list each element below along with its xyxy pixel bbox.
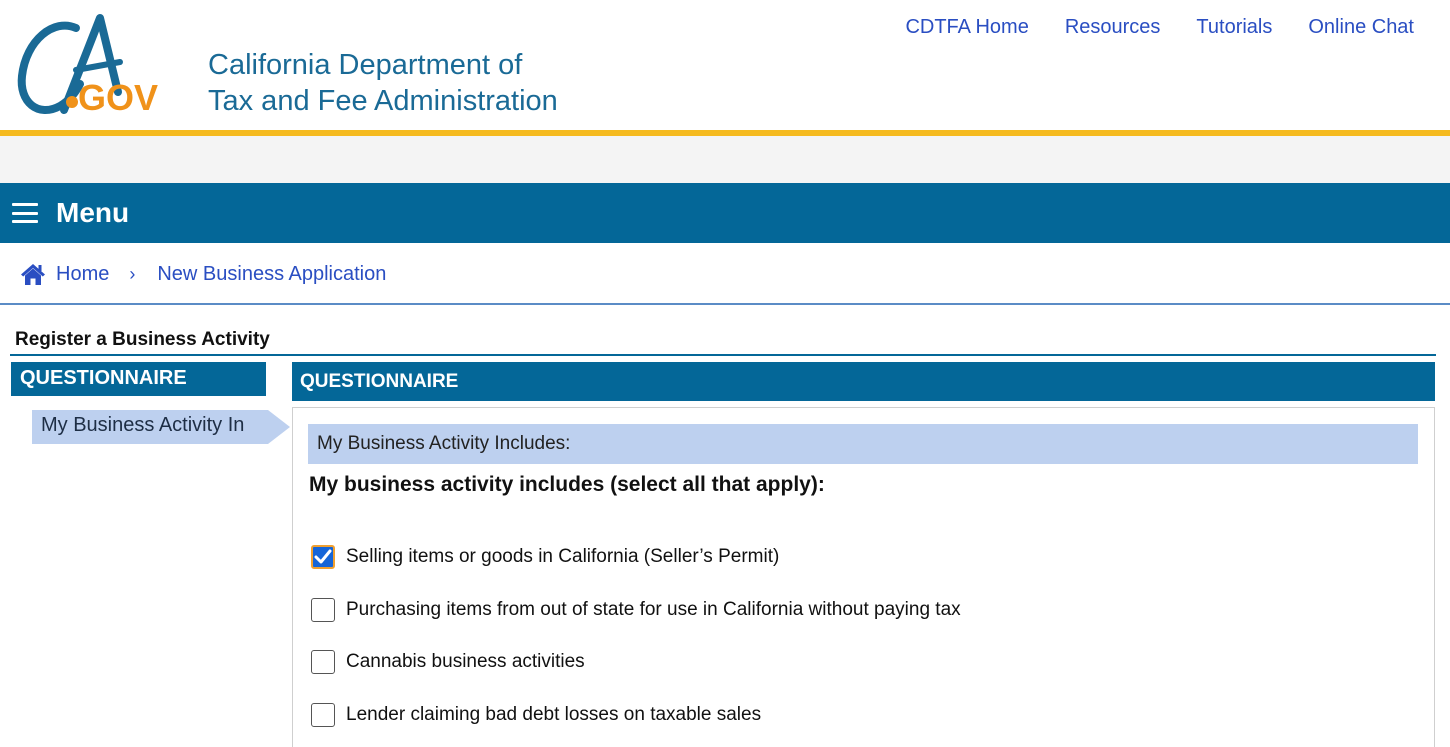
- page-title: Register a Business Activity: [15, 329, 270, 350]
- breadcrumb-divider: [0, 303, 1450, 305]
- home-icon[interactable]: [20, 262, 46, 286]
- out-of-state-purchases-checkbox[interactable]: [311, 598, 335, 622]
- agency-name: California Department of Tax and Fee Adm…: [208, 47, 558, 119]
- option-sellers-permit[interactable]: Selling items or goods in California (Se…: [311, 545, 779, 569]
- svg-text:GOV: GOV: [78, 77, 158, 118]
- sidebar-step-current[interactable]: My Business Activity In: [32, 410, 290, 444]
- option-bad-debt-losses[interactable]: Lender claiming bad debt losses on taxab…: [311, 703, 761, 727]
- title-divider: [10, 354, 1436, 356]
- sellers-permit-checkbox[interactable]: [311, 545, 335, 569]
- nav-resources-link[interactable]: Resources: [1065, 16, 1161, 39]
- breadcrumb-current-link[interactable]: New Business Application: [157, 263, 386, 286]
- breadcrumb-home-link[interactable]: Home: [56, 263, 109, 286]
- nav-tutorials-link[interactable]: Tutorials: [1196, 16, 1272, 39]
- ca-gov-logo[interactable]: GOV: [14, 10, 174, 122]
- sidebar-heading: QUESTIONNAIRE: [11, 362, 266, 396]
- nav-cdtfa-home-link[interactable]: CDTFA Home: [905, 16, 1028, 39]
- questionnaire-panel: My Business Activity Includes: My busine…: [292, 407, 1435, 747]
- agency-name-line1: California Department of: [208, 49, 523, 81]
- site-header: GOV California Department of Tax and Fee…: [0, 0, 1450, 130]
- option-label: Purchasing items from out of state for u…: [346, 599, 961, 620]
- section-title: My Business Activity Includes:: [308, 424, 1418, 464]
- option-label: Cannabis business activities: [346, 651, 585, 672]
- menu-label: Menu: [56, 197, 130, 228]
- breadcrumb: Home › New Business Application: [20, 262, 386, 286]
- bad-debt-losses-checkbox[interactable]: [311, 703, 335, 727]
- option-cannabis[interactable]: Cannabis business activities: [311, 650, 585, 674]
- chevron-right-icon: ›: [129, 263, 136, 284]
- question-text: My business activity includes (select al…: [309, 473, 825, 496]
- cannabis-checkbox[interactable]: [311, 650, 335, 674]
- option-label: Selling items or goods in California (Se…: [346, 546, 780, 567]
- step-arrow-icon: [268, 410, 290, 444]
- main-heading: QUESTIONNAIRE: [292, 362, 1435, 401]
- option-out-of-state-purchases[interactable]: Purchasing items from out of state for u…: [311, 598, 961, 622]
- sidebar-step-label: My Business Activity In: [32, 410, 268, 444]
- menu-toggle-button[interactable]: Menu: [0, 183, 1450, 243]
- checkmark-icon: [314, 549, 332, 564]
- hamburger-icon: [12, 203, 38, 223]
- nav-online-chat-link[interactable]: Online Chat: [1308, 16, 1414, 39]
- agency-name-line2: Tax and Fee Administration: [208, 85, 558, 117]
- option-label: Lender claiming bad debt losses on taxab…: [346, 704, 762, 725]
- header-gray-band: [0, 136, 1450, 183]
- top-navigation: CDTFA Home Resources Tutorials Online Ch…: [905, 16, 1414, 39]
